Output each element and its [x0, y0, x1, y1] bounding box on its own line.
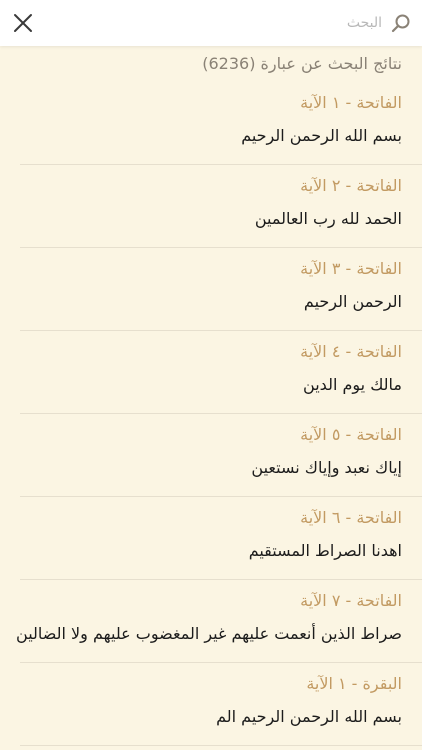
verse-reference: الفاتحة - ٧ الآية: [300, 591, 402, 610]
verse-text: صراط الذين أنعمت عليهم غير المغضوب عليهم…: [16, 624, 402, 643]
search-bar: [0, 0, 422, 46]
verse-text: الحمد لله رب العالمين: [254, 209, 402, 228]
list-item[interactable]: الفاتحة - ٦ الآية اهدنا الصراط المستقيم: [20, 497, 422, 580]
list-item[interactable]: الفاتحة - ٣ الآية الرحمن الرحيم: [20, 248, 422, 331]
list-item[interactable]: الفاتحة - ٧ الآية صراط الذين أنعمت عليهم…: [16, 580, 422, 663]
verse-reference: الفاتحة - ٤ الآية: [300, 342, 402, 361]
verse-reference: الفاتحة - ٣ الآية: [300, 259, 402, 278]
search-screen: نتائج البحث عن عبارة (6236) الفاتحة - ١ …: [0, 0, 422, 750]
search-field[interactable]: [82, 8, 412, 38]
verse-text: مالك يوم الدين: [303, 375, 402, 394]
verse-reference: الفاتحة - ٥ الآية: [300, 425, 402, 444]
list-item[interactable]: الفاتحة - ٤ الآية مالك يوم الدين: [20, 331, 422, 414]
close-button[interactable]: [8, 8, 38, 38]
results-heading: نتائج البحث عن عبارة (6236): [202, 54, 402, 73]
verse-reference: البقرة - ١ الآية: [306, 674, 402, 693]
verse-reference: الفاتحة - ١ الآية: [300, 93, 402, 112]
verse-reference: الفاتحة - ٦ الآية: [300, 508, 402, 527]
verse-text: بسم الله الرحمن الرحيم: [241, 126, 402, 145]
verse-reference: الفاتحة - ٢ الآية: [300, 176, 402, 195]
list-item[interactable]: الفاتحة - ٢ الآية الحمد لله رب العالمين: [20, 165, 422, 248]
verse-text: اهدنا الصراط المستقيم: [248, 541, 402, 560]
verse-text: إياك نعبد وإياك نستعين: [251, 458, 402, 477]
verse-text: الرحمن الرحيم: [303, 292, 402, 311]
close-icon: [14, 14, 32, 32]
verse-text: بسم الله الرحمن الرحيم الم: [216, 707, 402, 726]
search-icon: [390, 12, 412, 34]
search-input[interactable]: [82, 15, 382, 31]
list-item[interactable]: الفاتحة - ٥ الآية إياك نعبد وإياك نستعين: [20, 414, 422, 497]
results-list: الفاتحة - ١ الآية بسم الله الرحمن الرحيم…: [16, 82, 422, 746]
list-item[interactable]: الفاتحة - ١ الآية بسم الله الرحمن الرحيم: [20, 82, 422, 165]
list-item[interactable]: البقرة - ١ الآية بسم الله الرحمن الرحيم …: [20, 663, 422, 746]
